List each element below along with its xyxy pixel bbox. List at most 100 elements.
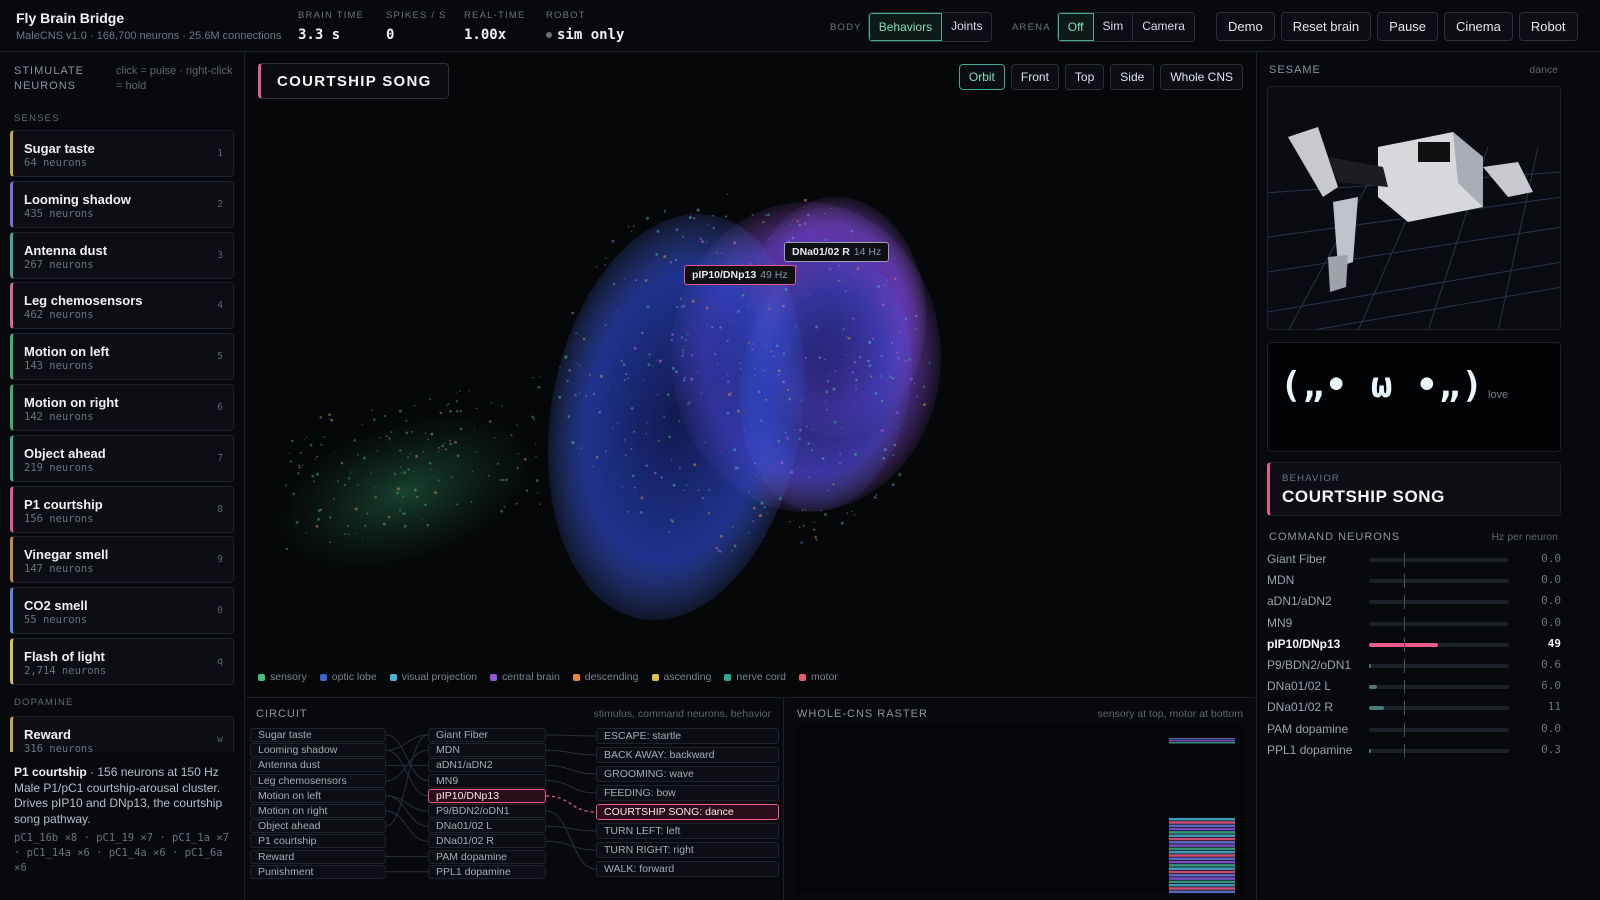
- tooltip-value: 14 Hz: [853, 246, 882, 258]
- view-top-button[interactable]: Top: [1064, 64, 1105, 90]
- raster-title: WHOLE-CNS RASTER: [797, 708, 928, 720]
- circuit-input-node[interactable]: Reward: [250, 849, 386, 864]
- circuit-behavior-node[interactable]: ESCAPE: startle: [596, 728, 779, 744]
- circuit-command-node[interactable]: MDN: [428, 743, 546, 758]
- circuit-input-node[interactable]: P1 courtship: [250, 834, 386, 849]
- circuit-command-node[interactable]: DNa01/02 R: [428, 834, 546, 849]
- circuit-behavior-node[interactable]: WALK: forward: [596, 861, 779, 877]
- command-neuron-value: 0.3: [1541, 742, 1561, 756]
- arena-off-button[interactable]: Off: [1057, 13, 1094, 41]
- circuit-command-node[interactable]: MN9: [428, 773, 546, 788]
- command-neuron-row[interactable]: MN9 0.0: [1267, 614, 1561, 632]
- selected-stimulus-info: P1 courtship · 156 neurons at 150 Hz Mal…: [14, 765, 234, 876]
- stimulus-card[interactable]: Motion on left 143 neurons 5: [10, 333, 234, 381]
- circuit-input-node[interactable]: Object ahead: [250, 819, 386, 834]
- stimulate-hint: click = pulse · right-click = hold: [116, 65, 233, 92]
- legend-swatch: [389, 673, 397, 681]
- circuit-command-node[interactable]: PAM dopamine: [428, 849, 546, 864]
- active-circuit-wire: [545, 795, 597, 813]
- circuit-behavior-node[interactable]: TURN LEFT: left: [596, 823, 779, 839]
- stimulus-card-reward[interactable]: Reward 316 neurons w: [10, 716, 234, 752]
- legend-label: ascending: [663, 671, 712, 683]
- stimulus-card[interactable]: Motion on right 142 neurons 6: [10, 384, 234, 431]
- brain-point-cloud[interactable]: [246, 52, 1255, 697]
- command-neuron-value: 49: [1547, 636, 1561, 650]
- stimulus-card[interactable]: Flash of light 2,714 neurons q: [10, 638, 234, 685]
- cinema-button[interactable]: Cinema: [1444, 12, 1513, 41]
- circuit-behavior-node[interactable]: COURTSHIP SONG: dance: [596, 804, 779, 820]
- circuit-behavior-node[interactable]: TURN RIGHT: right: [596, 842, 779, 858]
- stimulus-card[interactable]: Vinegar smell 147 neurons 9: [10, 536, 234, 584]
- command-neuron-row[interactable]: pIP10/DNp13 49: [1267, 635, 1561, 653]
- brain-3d-view[interactable]: COURTSHIP SONG Orbit Front Top Side Whol…: [246, 52, 1255, 697]
- stimulus-card[interactable]: Looming shadow 435 neurons 2: [10, 180, 234, 228]
- body-joints-button[interactable]: Joints: [942, 13, 992, 41]
- legend-label: central brain: [502, 671, 560, 683]
- threshold-marker: [1404, 722, 1405, 737]
- action-buttons: Demo Reset brain Pause Cinema Robot: [1210, 12, 1578, 41]
- threshold-marker: [1404, 574, 1405, 589]
- stimulus-count: 462 neurons: [24, 309, 94, 322]
- dopamine-section-label: DOPAMINE: [14, 697, 74, 708]
- pause-button[interactable]: Pause: [1377, 12, 1439, 41]
- command-neuron-name: MN9: [1267, 615, 1293, 630]
- circuit-command-node[interactable]: P9/BDN2/oDN1: [428, 804, 546, 818]
- circuit-wire: [385, 795, 429, 827]
- command-neuron-row[interactable]: aDN1/aDN2 0.0: [1267, 592, 1561, 610]
- arena-sim-button[interactable]: Sim: [1093, 13, 1134, 41]
- stimulus-card[interactable]: Antenna dust 267 neurons 3: [10, 231, 234, 279]
- senses-section-label: SENSES: [14, 113, 60, 124]
- stimulus-card[interactable]: CO2 smell 55 neurons 0: [10, 587, 234, 635]
- arena-camera-button[interactable]: Camera: [1133, 13, 1194, 41]
- circuit-behavior-node[interactable]: GROOMING: wave: [596, 766, 779, 782]
- stimulus-card[interactable]: Leg chemosensors 462 neurons 4: [10, 282, 234, 330]
- command-neuron-row[interactable]: DNa01/02 R 11: [1267, 698, 1561, 716]
- command-neuron-value: 0.0: [1541, 721, 1561, 735]
- circuit-input-node[interactable]: Motion on left: [250, 788, 386, 803]
- command-neuron-row[interactable]: PAM dopamine 0.0: [1267, 720, 1561, 738]
- command-neuron-row[interactable]: Giant Fiber 0.0: [1267, 550, 1561, 568]
- reset-brain-button[interactable]: Reset brain: [1280, 12, 1372, 41]
- circuit-command-node[interactable]: DNa01/02 L: [428, 819, 546, 834]
- command-neurons-unit: Hz per neuron: [1491, 531, 1558, 543]
- circuit-command-node[interactable]: Giant Fiber: [428, 728, 546, 742]
- command-neuron-name: aDN1/aDN2: [1267, 594, 1332, 609]
- view-side-button[interactable]: Side: [1110, 64, 1155, 90]
- stimulus-card[interactable]: Sugar taste 64 neurons 1: [10, 130, 234, 177]
- circuit-input-node[interactable]: Looming shadow: [250, 743, 386, 758]
- circuit-input-node[interactable]: Motion on right: [250, 804, 386, 818]
- stimulus-card[interactable]: Object ahead 219 neurons 7: [10, 434, 234, 482]
- circuit-behavior-node[interactable]: BACK AWAY: backward: [596, 747, 779, 763]
- robot-face-display: („• ω •„) love: [1267, 342, 1561, 452]
- body-behaviors-button[interactable]: Behaviors: [868, 13, 943, 41]
- command-neuron-row[interactable]: P9/BDN2/oDN1 0.6: [1267, 656, 1561, 674]
- circuit-input-node[interactable]: Punishment: [250, 864, 386, 879]
- view-whole-cns-button[interactable]: Whole CNS: [1160, 64, 1243, 90]
- legend-label: motor: [811, 671, 838, 683]
- circuit-input-node[interactable]: Sugar taste: [250, 728, 386, 742]
- stimulus-key: 2: [217, 198, 223, 210]
- command-neuron-row[interactable]: PPL1 dopamine 0.3: [1267, 741, 1561, 759]
- circuit-wire: [545, 810, 597, 870]
- command-neuron-row[interactable]: MDN 0.0: [1267, 571, 1561, 589]
- view-orbit-button[interactable]: Orbit: [958, 64, 1005, 90]
- stimulus-name: Motion on right: [24, 395, 119, 410]
- robot-button[interactable]: Robot: [1518, 12, 1578, 41]
- circuit-command-node[interactable]: PPL1 dopamine: [428, 864, 546, 879]
- circuit-input-node[interactable]: Leg chemosensors: [250, 773, 386, 788]
- circuit-behavior-node[interactable]: FEEDING: bow: [596, 785, 779, 801]
- command-neuron-bar: [1369, 659, 1509, 673]
- circuit-input-node[interactable]: Antenna dust: [250, 758, 386, 773]
- legend-label: nerve cord: [736, 671, 786, 683]
- view-front-button[interactable]: Front: [1010, 64, 1059, 90]
- circuit-command-node[interactable]: aDN1/aDN2: [428, 758, 546, 773]
- circuit-wire: [385, 810, 429, 842]
- robot-3d-viewport[interactable]: [1267, 86, 1561, 330]
- legend-item: sensory: [258, 671, 307, 683]
- stimulus-card[interactable]: P1 courtship 156 neurons 8: [10, 485, 234, 533]
- circuit-wire: [545, 749, 597, 756]
- command-neuron-row[interactable]: DNa01/02 L 6.0: [1267, 677, 1561, 695]
- circuit-wire: [545, 764, 597, 775]
- demo-button[interactable]: Demo: [1216, 12, 1275, 41]
- circuit-command-node[interactable]: pIP10/DNp13: [428, 788, 546, 803]
